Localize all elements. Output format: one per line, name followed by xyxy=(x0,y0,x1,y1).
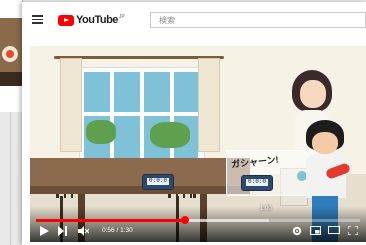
video-player[interactable]: 0:0:0 ガシャーン! 0:0:0 1:00 0:56 / 1:30 xyxy=(30,46,366,242)
thought-bubble: ガシャーン! 0:0:0 xyxy=(226,150,318,196)
alarm-clock-in-bubble: 0:0:0 xyxy=(241,175,273,191)
youtube-logo[interactable]: YouTube JP xyxy=(58,13,125,27)
controls-gradient xyxy=(30,206,366,242)
background-thumbnail xyxy=(0,18,22,86)
alarm-clock: 0:0:0 xyxy=(142,174,174,190)
current-time: 0:56 xyxy=(102,227,115,234)
boy-character-face xyxy=(312,132,338,154)
thumbnail-detail xyxy=(6,50,14,58)
background-window-edge xyxy=(10,112,11,245)
hover-time-tooltip: 1:00 xyxy=(260,206,272,212)
search-input[interactable]: 検索 xyxy=(150,12,366,28)
search-placeholder: 検索 xyxy=(159,16,175,25)
scene-window xyxy=(80,68,204,164)
youtube-logo-text: YouTube xyxy=(76,14,118,26)
region-label: JP xyxy=(118,14,125,20)
time-display: 0:56 / 1:30 xyxy=(102,227,133,234)
play-icon[interactable] xyxy=(40,226,49,236)
background-window xyxy=(0,0,23,112)
progress-played xyxy=(36,219,186,222)
table-edge xyxy=(30,186,250,194)
mute-icon[interactable] xyxy=(78,226,89,236)
clock-digits: 0:0:0 xyxy=(148,177,168,184)
woman-character-face xyxy=(300,80,326,108)
youtube-header: YouTube JP 検索 xyxy=(22,2,366,36)
menu-icon[interactable] xyxy=(32,15,43,24)
miniplayer-icon[interactable] xyxy=(310,226,321,235)
fullscreen-icon[interactable] xyxy=(348,226,358,235)
progress-scrubber[interactable] xyxy=(181,216,190,224)
theater-icon[interactable] xyxy=(328,226,340,234)
progress-bar[interactable] xyxy=(36,216,360,224)
next-icon[interactable] xyxy=(58,226,67,236)
boy-character-body xyxy=(306,154,346,198)
curtain-right xyxy=(198,58,220,152)
youtube-window: YouTube JP 検索 0:0:0 ガシャーン! 0:0:0 1:00 0:… xyxy=(22,2,366,245)
curtain-left xyxy=(60,58,82,152)
clock-digits: 0:0:0 xyxy=(247,178,267,185)
duration: 1:30 xyxy=(120,227,133,234)
thumbnail-base xyxy=(0,72,22,86)
settings-icon[interactable] xyxy=(292,226,302,236)
youtube-logo-icon xyxy=(58,14,74,26)
scene-table xyxy=(30,158,250,188)
bubble-text: ガシャーン! xyxy=(230,154,280,170)
